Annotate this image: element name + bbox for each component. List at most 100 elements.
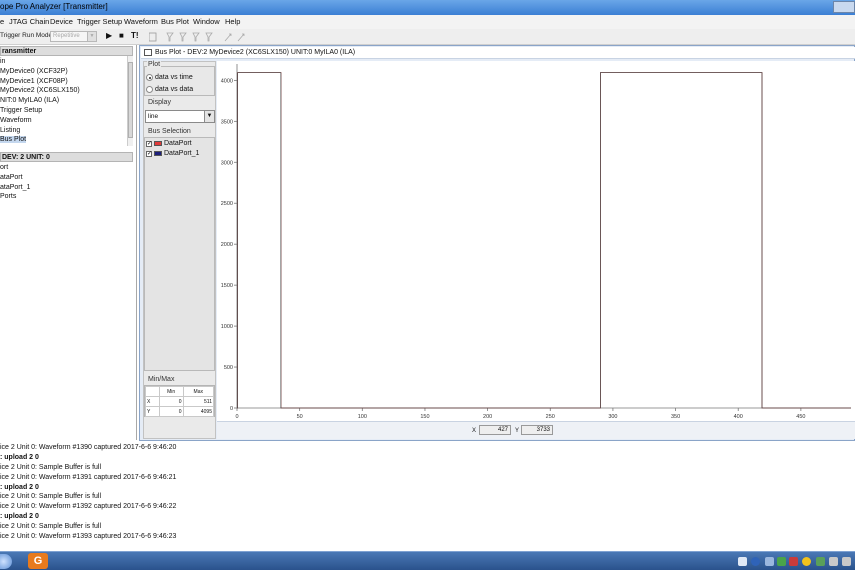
bus-selection-list xyxy=(144,137,215,371)
minmax-header-max: Max xyxy=(182,386,215,397)
console-line: : upload 2 0 xyxy=(0,513,39,520)
y-tick-label: 3000 xyxy=(221,160,233,166)
bus-color-swatch-dataport-1 xyxy=(154,151,162,156)
bus-checkbox-dataport-1[interactable]: ✓ xyxy=(146,151,152,157)
tree-item-bus-plot[interactable]: Bus Plot xyxy=(0,136,27,143)
menu-trigger-setup[interactable]: Trigger Setup xyxy=(77,17,122,26)
console-line: ice 2 Unit 0: Waveform #1392 captured 20… xyxy=(0,503,177,510)
radio-data-vs-data-label[interactable]: data vs data xyxy=(155,86,193,93)
stop-acquisition-icon[interactable]: ■ xyxy=(119,31,124,40)
menu-file[interactable]: e xyxy=(0,17,4,26)
signal-item-ports[interactable]: ort xyxy=(0,164,8,171)
display-style-select[interactable]: line ▼ xyxy=(145,110,215,123)
bus-label-dataport[interactable]: DataPort xyxy=(164,140,192,147)
window-title: ope Pro Analyzer [Transmitter] xyxy=(0,2,108,11)
y-tick-label: 2000 xyxy=(221,242,233,248)
minmax-x-min[interactable]: 0 xyxy=(158,396,184,407)
arrow-icon-2 xyxy=(237,33,245,42)
keyboard-icon[interactable] xyxy=(738,557,747,566)
minmax-x-axis: X xyxy=(145,396,160,407)
minmax-header-min: Min xyxy=(158,386,184,397)
minmax-x-max[interactable]: 511 xyxy=(182,396,215,407)
minmax-header-axis xyxy=(145,386,160,397)
filter-icon-4 xyxy=(205,32,213,42)
minmax-y-min[interactable]: 0 xyxy=(158,406,184,417)
x-tick-label: 300 xyxy=(608,414,617,420)
y-tick-label: 2500 xyxy=(221,201,233,207)
filter-icon-2 xyxy=(179,32,187,42)
signal-item-all-ports[interactable]: Ports xyxy=(0,193,16,200)
tree-item-myila0[interactable]: NIT:0 MyILA0 (ILA) xyxy=(0,97,59,104)
tray-app-icon[interactable] xyxy=(777,557,786,566)
x-tick-label: 50 xyxy=(297,414,303,420)
tree-item-mydevice1[interactable]: MyDevice1 (XCF08P) xyxy=(0,78,68,85)
bus-plot-title-bar: Bus Plot - DEV:2 MyDevice2 (XC6SLX150) U… xyxy=(141,47,855,59)
radio-data-vs-time-label[interactable]: data vs time xyxy=(155,74,193,81)
filter-icon xyxy=(166,32,174,42)
series-line-dataport-1 xyxy=(237,72,851,409)
menu-jtag-chain[interactable]: JTAG Chain xyxy=(9,17,49,26)
minmax-y-axis: Y xyxy=(145,406,160,417)
bus-selection-label: Bus Selection xyxy=(147,128,192,135)
console-line: ice 2 Unit 0: Waveform #1390 captured 20… xyxy=(0,444,177,451)
taskbar-app-icon[interactable]: G xyxy=(28,553,48,569)
x-tick-label: 250 xyxy=(546,414,555,420)
cursor-y-value: 3733 xyxy=(521,425,553,435)
radio-data-vs-time[interactable] xyxy=(146,74,153,81)
filter-icon-3 xyxy=(192,32,200,42)
menu-waveform[interactable]: Waveform xyxy=(124,17,158,26)
plot-group-label: Plot xyxy=(147,61,162,68)
tree-item-chain[interactable]: in xyxy=(0,58,5,65)
console-output: ice 2 Unit 0: Waveform #1390 captured 20… xyxy=(0,441,855,551)
x-tick-label: 0 xyxy=(235,414,238,420)
volume-icon[interactable] xyxy=(829,557,838,566)
network-icon[interactable] xyxy=(765,557,774,566)
tree-item-bus-plot-label: Bus Plot xyxy=(0,136,27,143)
cursor-x-label: X xyxy=(472,428,477,434)
cursor-status-bar: X 427 Y 3733 xyxy=(217,421,855,439)
bus-color-swatch-dataport xyxy=(154,141,162,146)
tree-item-mydevice2[interactable]: MyDevice2 (XC6SLX150) xyxy=(0,87,80,94)
display-group-label: Display xyxy=(147,99,172,106)
bus-label-dataport-1[interactable]: DataPort_1 xyxy=(164,150,199,157)
help-icon[interactable] xyxy=(751,557,760,566)
tree-item-waveform[interactable]: Waveform xyxy=(0,117,32,124)
title-bar: ope Pro Analyzer [Transmitter] xyxy=(0,0,855,15)
menu-window[interactable]: Window xyxy=(193,17,220,26)
close-window-button[interactable] xyxy=(833,1,855,13)
signal-item-dataport-1[interactable]: ataPort_1 xyxy=(0,184,30,191)
y-tick-label: 0 xyxy=(230,406,233,412)
trigger-run-mode-select[interactable]: Repetitive ▼ xyxy=(50,31,97,42)
chevron-down-icon: ▼ xyxy=(204,111,214,122)
display-style-value: line xyxy=(148,113,159,120)
bus-checkbox-dataport[interactable]: ✓ xyxy=(146,141,152,147)
project-tree-scrollbar[interactable] xyxy=(127,56,133,146)
x-tick-label: 150 xyxy=(420,414,429,420)
x-tick-label: 200 xyxy=(483,414,492,420)
tree-item-listing[interactable]: Listing xyxy=(0,127,20,134)
x-tick-label: 350 xyxy=(671,414,680,420)
signal-item-dataport[interactable]: ataPort xyxy=(0,174,23,181)
menu-device[interactable]: Device xyxy=(50,17,73,26)
run-trigger-icon[interactable]: ▶ xyxy=(106,31,112,40)
bus-plot-canvas[interactable]: 0 500 1000 1500 2000 2500 3000 3500 4000 0 50 100 15… xyxy=(217,61,855,421)
menu-help[interactable]: Help xyxy=(225,17,240,26)
radio-data-vs-data[interactable] xyxy=(146,86,153,93)
minmax-table: Min Max X 0 511 Y 0 4095 xyxy=(144,385,215,417)
minmax-y-max[interactable]: 4095 xyxy=(182,406,215,417)
start-button[interactable] xyxy=(0,554,12,569)
tree-item-trigger-setup[interactable]: Trigger Setup xyxy=(0,107,42,114)
tray-app-icon-4[interactable] xyxy=(816,557,825,566)
trigger-immediate-button[interactable]: T! xyxy=(131,31,139,40)
y-tick-label: 1000 xyxy=(221,324,233,330)
scrollbar-thumb[interactable] xyxy=(128,62,133,138)
tray-app-icon-2[interactable] xyxy=(789,557,798,566)
tray-app-icon-5[interactable] xyxy=(842,557,851,566)
menu-bus-plot[interactable]: Bus Plot xyxy=(161,17,189,26)
console-line: ice 2 Unit 0: Waveform #1391 captured 20… xyxy=(0,474,177,481)
tray-app-icon-3[interactable] xyxy=(802,557,811,566)
tree-item-mydevice0[interactable]: MyDevice0 (XCF32P) xyxy=(0,68,68,75)
toolbar-icons-disabled xyxy=(149,32,245,42)
arrow-icon xyxy=(224,33,232,42)
console-line: ice 2 Unit 0: Sample Buffer is full xyxy=(0,464,102,471)
